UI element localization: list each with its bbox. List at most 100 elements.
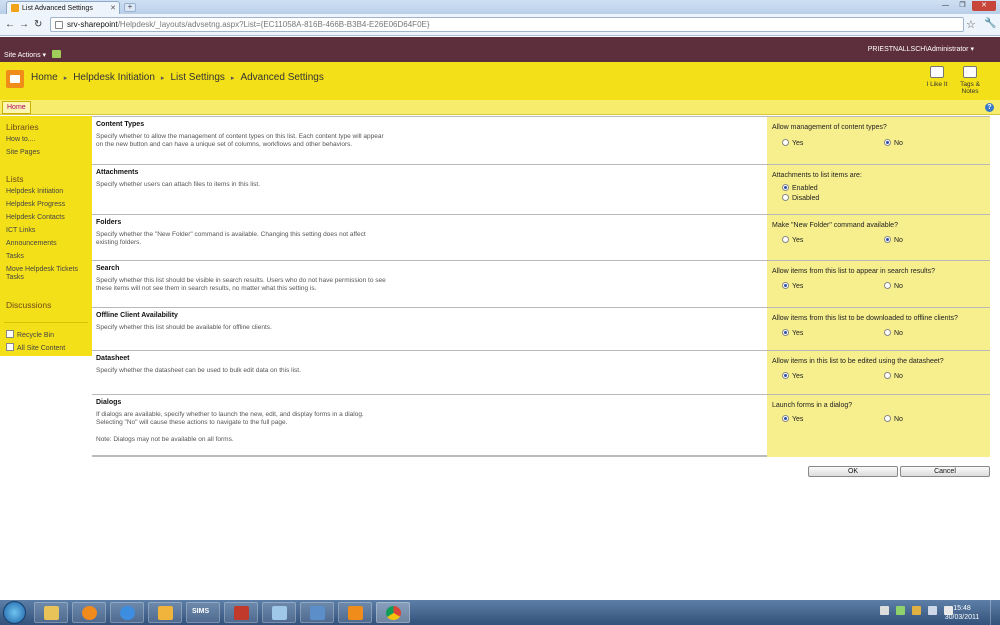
taskbar-app[interactable] <box>262 602 296 623</box>
radio-off-icon <box>884 282 891 289</box>
taskbar-chrome[interactable] <box>376 602 410 623</box>
breadcrumb-separator-icon: ▸ <box>63 74 68 82</box>
remote-desktop-icon <box>310 606 325 620</box>
dialogs-no-radio[interactable]: No <box>884 415 903 423</box>
sharepoint-icon <box>348 606 363 620</box>
start-button[interactable] <box>3 601 26 624</box>
ql-discussions[interactable]: Discussions <box>6 300 51 310</box>
thumbs-up-tag-icon <box>930 66 944 78</box>
tags-notes-button[interactable]: Tags & Notes <box>955 66 985 95</box>
taskbar-sims[interactable]: SIMS <box>186 602 220 623</box>
taskbar-toolbox[interactable] <box>224 602 258 623</box>
radio-on-icon <box>884 139 891 146</box>
section-offline-client: Offline Client Availability Specify whet… <box>92 307 990 350</box>
ql-item-announcements[interactable]: Announcements <box>6 240 57 247</box>
wrench-icon[interactable]: 🔧 <box>984 18 996 29</box>
tab-home[interactable]: Home <box>2 101 31 114</box>
section-question: Launch forms in a dialog? <box>772 402 853 409</box>
taskbar-remote-desktop[interactable] <box>300 602 334 623</box>
ok-button[interactable]: OK <box>808 466 898 477</box>
tray-app-icon[interactable] <box>912 606 921 615</box>
ql-item-how-to[interactable]: How to.... <box>6 136 36 143</box>
breadcrumb-helpdesk-initiation[interactable]: Helpdesk Initiation <box>73 72 155 83</box>
datasheet-no-radio[interactable]: No <box>884 372 903 380</box>
breadcrumb-advanced-settings: Advanced Settings <box>240 72 324 83</box>
radio-on-icon <box>884 236 891 243</box>
breadcrumb-list-settings[interactable]: List Settings <box>170 72 224 83</box>
breadcrumb-separator-icon: ▸ <box>160 74 165 82</box>
offline-yes-radio[interactable]: Yes <box>782 329 803 337</box>
url-input[interactable]: srv-sharepoint/Helpdesk/_layouts/advsetn… <box>50 17 964 32</box>
tray-arrow-icon[interactable] <box>880 606 889 615</box>
taskbar-internet-explorer[interactable] <box>110 602 144 623</box>
radio-off-icon <box>884 372 891 379</box>
browser-tab[interactable]: List Advanced Settings ✕ <box>6 1 120 14</box>
ql-recycle-bin[interactable]: Recycle Bin <box>6 330 54 339</box>
section-dialogs: Dialogs If dialogs are available, specif… <box>92 394 990 457</box>
maximize-icon[interactable]: ❐ <box>955 1 970 11</box>
ql-item-helpdesk-initiation[interactable]: Helpdesk Initiation <box>6 188 63 195</box>
i-like-it-button[interactable]: I Like It <box>922 66 952 88</box>
ql-all-site-content[interactable]: All Site Content <box>6 343 65 352</box>
back-arrow-icon[interactable]: ← <box>5 19 15 31</box>
ql-item-tasks[interactable]: Tasks <box>6 253 24 260</box>
content-types-no-radio[interactable]: No <box>884 139 903 147</box>
navigate-up-icon[interactable] <box>52 50 61 58</box>
search-no-radio[interactable]: No <box>884 282 903 290</box>
minimize-icon[interactable]: — <box>938 1 953 11</box>
tray-flag-icon[interactable] <box>896 606 905 615</box>
section-question: Allow items from this list to appear in … <box>772 268 936 275</box>
taskbar-clock[interactable]: 15:48 30/03/2011 <box>944 604 980 622</box>
sharepoint-top-bar: Site Actions ▾ PRIESTNALLSCH\Administrat… <box>0 37 1000 62</box>
taskbar-explorer[interactable] <box>34 602 68 623</box>
show-desktop-button[interactable] <box>990 600 1000 625</box>
bookmark-star-icon[interactable]: ☆ <box>966 18 976 31</box>
section-description: If dialogs are available, specify whethe… <box>96 411 364 426</box>
radio-off-icon <box>782 236 789 243</box>
ql-item-move-helpdesk-tickets-tasks[interactable]: Tasks <box>6 274 24 281</box>
search-yes-radio[interactable]: Yes <box>782 282 803 290</box>
folders-yes-radio[interactable]: Yes <box>782 236 803 244</box>
reload-icon[interactable]: ↻ <box>34 19 42 31</box>
folders-no-radio[interactable]: No <box>884 236 903 244</box>
ql-item-site-pages[interactable]: Site Pages <box>6 149 40 156</box>
network-icon[interactable] <box>928 606 937 615</box>
section-datasheet: Datasheet Specify whether the datasheet … <box>92 350 990 394</box>
user-menu[interactable]: PRIESTNALLSCH\Administrator ▾ <box>868 45 974 53</box>
content-types-yes-radio[interactable]: Yes <box>782 139 803 147</box>
forward-arrow-icon[interactable]: → <box>19 19 29 31</box>
offline-no-radio[interactable]: No <box>884 329 903 337</box>
taskbar-sharepoint[interactable] <box>338 602 372 623</box>
close-tab-icon[interactable]: ✕ <box>110 4 119 12</box>
radio-off-icon <box>884 329 891 336</box>
section-search: Search Specify whether this list should … <box>92 260 990 307</box>
breadcrumb-home[interactable]: Home <box>31 72 58 83</box>
browser-tab-bar: List Advanced Settings ✕ + — ❐ ✕ <box>0 0 1000 14</box>
dialogs-yes-radio[interactable]: Yes <box>782 415 803 423</box>
cancel-button[interactable]: Cancel <box>900 466 990 477</box>
toolbox-icon <box>234 606 249 620</box>
radio-off-icon <box>884 415 891 422</box>
chrome-icon <box>386 606 401 620</box>
taskbar-outlook[interactable] <box>148 602 182 623</box>
clock-date: 30/03/2011 <box>944 614 980 621</box>
section-title: Offline Client Availability <box>96 312 178 319</box>
ql-item-helpdesk-progress[interactable]: Helpdesk Progress <box>6 201 65 208</box>
site-actions-menu[interactable]: Site Actions ▾ <box>4 51 46 59</box>
ql-item-ict-links[interactable]: ICT Links <box>6 227 35 234</box>
section-title: Attachments <box>96 169 139 176</box>
ql-item-helpdesk-contacts[interactable]: Helpdesk Contacts <box>6 214 65 221</box>
ql-lists[interactable]: Lists <box>6 174 23 184</box>
tab-title: List Advanced Settings <box>22 4 93 12</box>
attachments-enabled-radio[interactable]: Enabled <box>782 184 818 192</box>
help-icon[interactable]: ? <box>985 103 994 112</box>
ql-item-move-helpdesk-tickets[interactable]: Move Helpdesk Tickets <box>6 266 78 273</box>
attachments-disabled-radio[interactable]: Disabled <box>782 194 819 202</box>
taskbar-media-player[interactable] <box>72 602 106 623</box>
site-logo-icon[interactable] <box>6 70 24 88</box>
datasheet-yes-radio[interactable]: Yes <box>782 372 803 380</box>
close-window-icon[interactable]: ✕ <box>972 1 996 11</box>
system-tray <box>880 606 953 615</box>
ql-libraries[interactable]: Libraries <box>6 122 39 132</box>
new-tab-button[interactable]: + <box>124 3 136 12</box>
